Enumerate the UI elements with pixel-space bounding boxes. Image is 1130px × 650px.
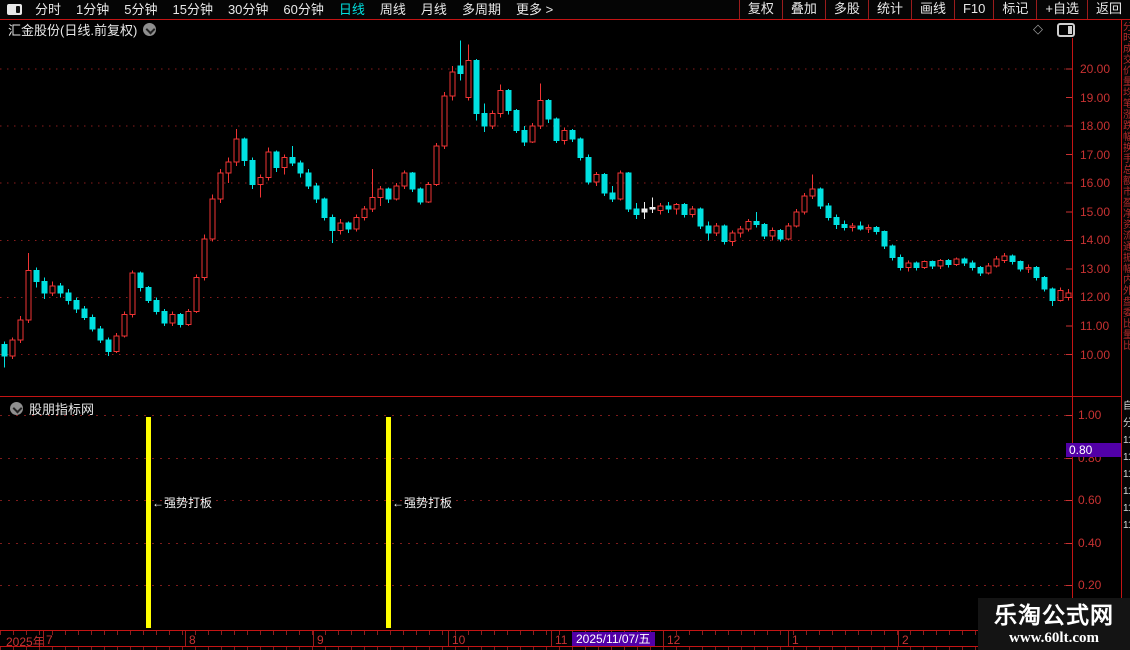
period-tab-6[interactable]: 日线 <box>339 0 365 19</box>
month-label-10: 10 <box>452 633 466 647</box>
signal-label-0: ←强势打板 <box>152 496 213 510</box>
indicator-tick-label: 0.60 <box>1078 493 1102 507</box>
indicator-gridline <box>0 585 1070 586</box>
period-tab-0[interactable]: 分时 <box>35 0 61 19</box>
period-tabs: 分时 1分钟 5分钟 15分钟 30分钟 60分钟 日线 周线 月线 多周期 更多 > <box>35 0 553 19</box>
month-divider <box>185 631 186 646</box>
period-tab-2[interactable]: 5分钟 <box>124 0 157 19</box>
indicator-value-badge: 0.80 <box>1066 443 1121 457</box>
toolbar-button-4[interactable]: 画线 <box>910 0 954 19</box>
price-axis-line <box>1072 38 1073 647</box>
toolbar-button-3[interactable]: 统计 <box>867 0 911 19</box>
price-tick-label: 12.00 <box>1080 290 1111 305</box>
price-tick-label: 15.00 <box>1080 204 1111 219</box>
month-label-8: 8 <box>189 633 196 647</box>
toolbar-button-2[interactable]: 多股 <box>824 0 868 19</box>
signal-label-1: ←强势打板 <box>392 496 453 510</box>
layout-panel-icon[interactable] <box>1057 23 1075 37</box>
price-tick-label: 10.00 <box>1080 347 1111 362</box>
month-divider <box>788 631 789 646</box>
toolbar-button-6[interactable]: 标记 <box>993 0 1036 19</box>
indicator-tick <box>1066 585 1072 586</box>
window-panel-icon[interactable] <box>7 4 22 15</box>
watermark-title: 乐淘公式网 <box>994 602 1114 628</box>
month-divider <box>43 631 44 646</box>
date-badge: 2025/11/07/五 <box>572 632 655 646</box>
month-divider <box>448 631 449 646</box>
indicator-tick-label: 1.00 <box>1078 408 1102 422</box>
month-divider <box>663 631 664 646</box>
right-sidebar-clipped[interactable]: 分时成交价量均笔涨跌幅换手总额市盈净资流通振幅内外盘委比量比 自分1111111… <box>1121 20 1130 647</box>
indicator-gridline <box>0 542 1070 544</box>
price-tick-label: 20.00 <box>1080 62 1111 76</box>
price-tick-label: 19.00 <box>1080 90 1111 105</box>
diamond-icon[interactable]: ◇ <box>1033 21 1043 37</box>
period-tab-5[interactable]: 60分钟 <box>283 0 323 19</box>
site-watermark: 乐淘公式网 www.60lt.com <box>978 598 1130 650</box>
period-tab-4[interactable]: 30分钟 <box>228 0 268 19</box>
indicator-tick <box>1066 542 1072 544</box>
clipped-panel-text: 分时成交价量均笔涨跌幅换手总额市盈净资流通振幅内外盘委比量比 <box>1123 22 1130 394</box>
toolbar-button-1[interactable]: 叠加 <box>781 0 825 19</box>
price-tick-label: 13.00 <box>1080 261 1111 276</box>
month-label-9: 9 <box>317 633 324 647</box>
month-label-12: 12 <box>667 633 681 647</box>
toolbar-button-0[interactable]: 复权 <box>738 0 782 19</box>
period-tab-9[interactable]: 多周期 <box>462 0 501 19</box>
indicator-tick-label: 0.20 <box>1078 578 1102 592</box>
indicator-tick <box>1066 415 1072 416</box>
month-label-2: 2 <box>902 633 909 647</box>
price-tick-label: 16.00 <box>1080 176 1111 191</box>
period-toolbar: 分时 1分钟 5分钟 15分钟 30分钟 60分钟 日线 周线 月线 多周期 更多 > 复权 叠加 多股… <box>0 0 1130 20</box>
month-label-1: 1 <box>792 633 799 647</box>
period-tab-3[interactable]: 15分钟 <box>172 0 212 19</box>
toolbar-button-8[interactable]: 返回 <box>1086 0 1130 19</box>
toolbar-button-5[interactable]: F10 <box>953 0 993 19</box>
period-tab-10[interactable]: 更多 > <box>516 0 553 19</box>
signal-line-1 <box>386 417 391 628</box>
period-tab-1[interactable]: 1分钟 <box>76 0 109 19</box>
indicator-gridline <box>0 457 1070 459</box>
indicator-gridline <box>0 415 1070 416</box>
chevron-down-icon[interactable] <box>10 402 23 415</box>
candlestick-plot[interactable] <box>0 38 1130 395</box>
price-tick-label: 18.00 <box>1080 119 1111 134</box>
chart-title: 汇金股份(日线.前复权) <box>8 22 138 38</box>
month-divider <box>551 631 552 646</box>
month-label-7: 7 <box>46 633 53 647</box>
signal-line-0 <box>146 417 151 628</box>
date-axis: 2025年 2025/11/07/五 7 8 9 10 11 12 1 2 <box>0 630 1130 649</box>
indicator-tick-label: 0.40 <box>1078 535 1102 550</box>
month-divider <box>898 631 899 646</box>
toolbar-button-7[interactable]: +自选 <box>1036 0 1087 19</box>
month-divider <box>313 631 314 646</box>
chart-title-bar: 汇金股份(日线.前复权) ◇ <box>0 20 1130 38</box>
price-tick-label: 17.00 <box>1080 147 1111 162</box>
watermark-url: www.60lt.com <box>1009 630 1099 646</box>
price-tick-label: 11.00 <box>1080 318 1110 333</box>
date-axis-ticks <box>0 631 1072 635</box>
panel-separator <box>0 396 1121 397</box>
indicator-tick <box>1066 500 1072 501</box>
period-tab-8[interactable]: 月线 <box>421 0 447 19</box>
trading-app-window: 分时 1分钟 5分钟 15分钟 30分钟 60分钟 日线 周线 月线 多周期 更多 > 复权 叠加 多股… <box>0 0 1130 650</box>
month-label-11: 11 <box>555 633 568 647</box>
indicator-tick <box>1066 457 1072 459</box>
chevron-down-icon[interactable] <box>143 22 157 36</box>
period-tab-7[interactable]: 周线 <box>380 0 406 19</box>
price-tick-label: 14.00 <box>1080 233 1111 248</box>
toolbar-right-buttons: 复权 叠加 多股 统计 画线 F10 标记 +自选 返回 <box>738 0 1130 19</box>
